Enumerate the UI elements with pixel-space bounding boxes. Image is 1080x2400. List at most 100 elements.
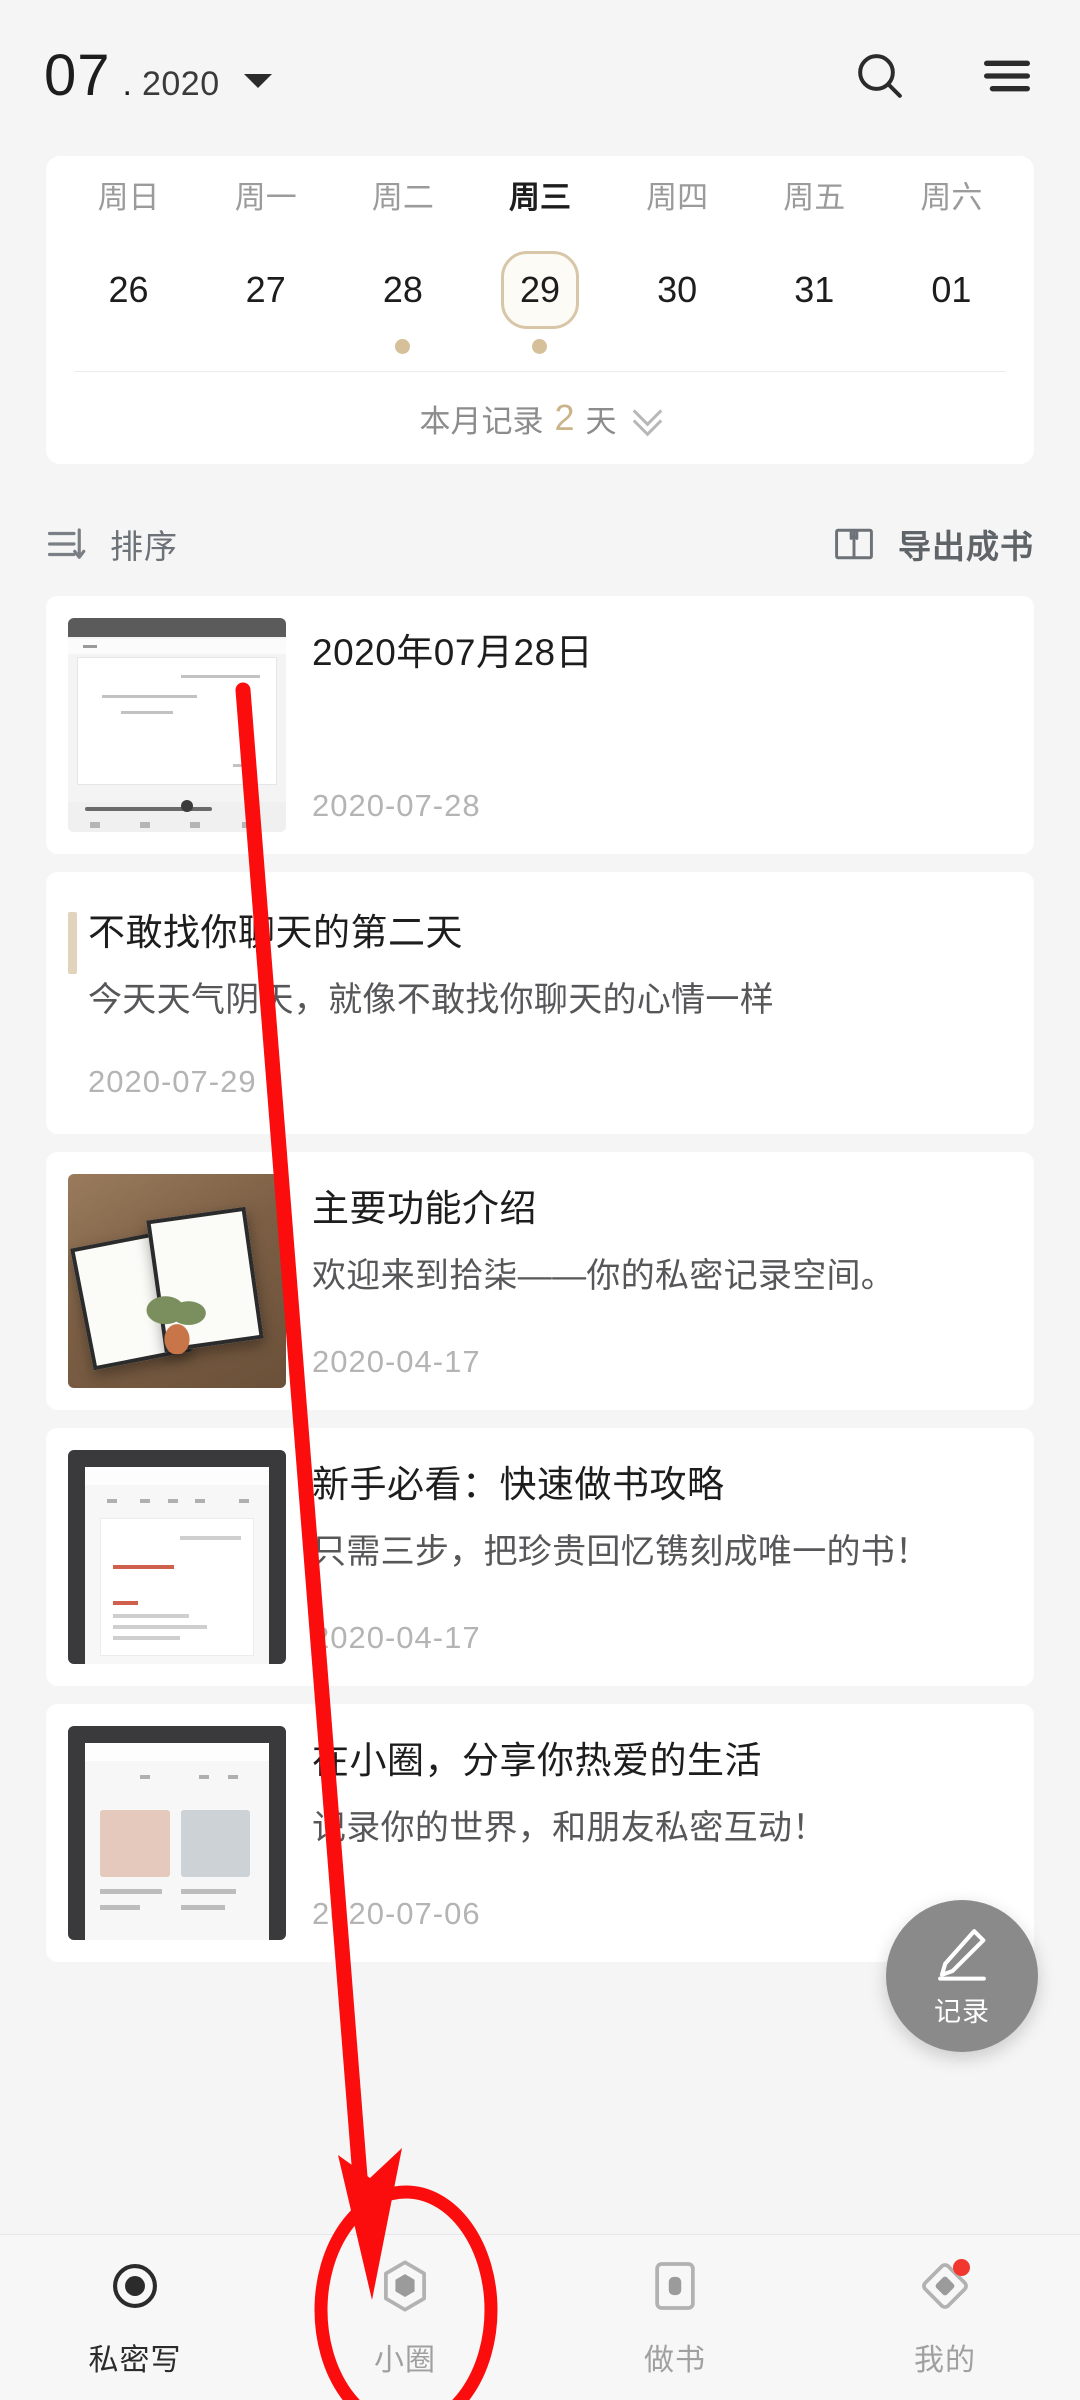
- day-cell[interactable]: 26: [90, 251, 168, 329]
- open-book-icon: [835, 528, 873, 560]
- weekday-label: 周三: [508, 180, 571, 215]
- entry-list: 2020年07月28日 2020-07-28 不敢找你聊天的第二天 今天天气阴天…: [46, 596, 1034, 1962]
- pencil-icon: [938, 1928, 986, 1981]
- calendar-day-column[interactable]: 周五 31: [746, 182, 883, 363]
- day-cell[interactable]: 28: [364, 251, 442, 329]
- export-book-button[interactable]: 导出成书: [832, 520, 1034, 568]
- calendar-week-card: 周日 26 周一 27 周二 28 周三 29 周四 30 周五 31 周六 0…: [46, 156, 1034, 464]
- entry-title: 新手必看：快速做书攻略: [312, 1464, 725, 1505]
- day-cell-selected[interactable]: 29: [500, 251, 579, 329]
- calendar-week-grid: 周日 26 周一 27 周二 28 周三 29 周四 30 周五 31 周六 0…: [46, 182, 1034, 363]
- weekday-label: 周日: [97, 180, 160, 215]
- month-year-selector[interactable]: 07 . 2020: [44, 47, 852, 105]
- menu-button[interactable]: [980, 53, 1034, 99]
- entry-card[interactable]: 在小圈，分享你热爱的生活 记录你的世界，和朋友私密互动！ 2020-07-06: [46, 1704, 1034, 1962]
- entry-text-block: 2020年07月28日 2020-07-28: [286, 596, 1034, 854]
- books-photo-thumb: [68, 1174, 286, 1388]
- year-number: 2020: [141, 65, 220, 103]
- calendar-day-column[interactable]: 周四 30: [609, 182, 746, 363]
- entry-thumbnail: [68, 618, 286, 832]
- sort-button[interactable]: 排序: [46, 520, 178, 568]
- search-button[interactable]: [852, 48, 908, 104]
- has-record-dot: [395, 338, 411, 354]
- entry-subtitle: 记录你的世界，和朋友私密互动！: [312, 1809, 827, 1848]
- entry-date: 2020-07-29: [88, 1064, 257, 1099]
- record-fab-button[interactable]: 记录: [886, 1900, 1038, 2052]
- search-icon: [858, 54, 902, 98]
- weekday-label: 周一: [234, 180, 297, 215]
- nav-tab-small-circle[interactable]: 小圈: [270, 2235, 540, 2400]
- month-summary-expander[interactable]: 本月记录 2 天: [46, 372, 1034, 464]
- day-cell[interactable]: 31: [775, 251, 853, 329]
- calendar-day-column[interactable]: 周一 27: [197, 182, 334, 363]
- nav-tab-make-book[interactable]: 做书: [540, 2235, 810, 2400]
- weekday-label: 周五: [783, 180, 846, 215]
- notification-badge-dot: [953, 2258, 970, 2276]
- bottom-navigation-bar: 私密写 小圈 做书 我的: [0, 2234, 1080, 2400]
- sort-icon: [47, 528, 86, 559]
- top-bar-actions: [852, 48, 1034, 104]
- entry-thumbnail: [68, 1174, 286, 1388]
- diamond-icon: [916, 2257, 974, 2315]
- phone-feed-thumb: [68, 1726, 286, 1940]
- export-book-label: 导出成书: [898, 528, 1034, 565]
- entry-card[interactable]: 2020年07月28日 2020-07-28: [46, 596, 1034, 854]
- book-square-icon: [646, 2257, 704, 2315]
- month-year-separator: .: [122, 65, 132, 103]
- entry-card[interactable]: 新手必看：快速做书攻略 只需三步，把珍贵回忆镌刻成唯一的书！ 2020-04-1…: [46, 1428, 1034, 1686]
- month-summary-count: 2: [554, 397, 575, 438]
- calendar-day-column-selected[interactable]: 周三 29: [471, 182, 608, 363]
- list-toolbar: 排序 导出成书: [46, 506, 1034, 582]
- day-cell[interactable]: 27: [227, 251, 305, 329]
- top-bar: 07 . 2020: [0, 0, 1080, 152]
- nav-tab-label: 私密写: [88, 2343, 182, 2377]
- calendar-day-column[interactable]: 周二 28: [334, 182, 471, 363]
- day-dot-slot: [532, 329, 548, 363]
- day-cell[interactable]: 30: [638, 251, 716, 329]
- weekday-label: 周二: [371, 180, 434, 215]
- entry-title: 主要功能介绍: [312, 1188, 537, 1229]
- entry-subtitle: 今天天气阴天，就像不敢找你聊天的心情一样: [88, 981, 774, 1020]
- entry-title: 2020年07月28日: [312, 632, 594, 673]
- circle-dot-icon: [106, 2257, 164, 2315]
- entry-accent-bar: [68, 912, 77, 974]
- day-cell[interactable]: 01: [912, 251, 990, 329]
- entry-text-block: 不敢找你聊天的第二天 今天天气阴天，就像不敢找你聊天的心情一样 2020-07-…: [46, 872, 1034, 1134]
- entry-thumbnail: [68, 1726, 286, 1940]
- weekday-label: 周四: [646, 180, 709, 215]
- day-number: 29: [519, 269, 560, 310]
- day-number: 28: [382, 269, 423, 310]
- nav-tab-label: 我的: [914, 2343, 976, 2377]
- entry-text-block: 新手必看：快速做书攻略 只需三步，把珍贵回忆镌刻成唯一的书！ 2020-04-1…: [286, 1428, 1034, 1686]
- entry-date: 2020-07-06: [312, 1896, 481, 1931]
- entry-card[interactable]: 不敢找你聊天的第二天 今天天气阴天，就像不敢找你聊天的心情一样 2020-07-…: [46, 872, 1034, 1134]
- nav-tab-private-write[interactable]: 私密写: [0, 2235, 270, 2400]
- has-record-dot: [532, 338, 548, 354]
- entry-title: 不敢找你聊天的第二天: [88, 912, 463, 953]
- entry-card[interactable]: 主要功能介绍 欢迎来到拾柒——你的私密记录空间。 2020-04-17: [46, 1152, 1034, 1410]
- entry-subtitle: 只需三步，把珍贵回忆镌刻成唯一的书！: [312, 1533, 930, 1572]
- day-number: 31: [794, 269, 835, 310]
- entry-date: 2020-07-28: [312, 788, 481, 823]
- calendar-day-column[interactable]: 周日 26: [60, 182, 197, 363]
- day-dot-slot: [395, 329, 411, 363]
- entry-title: 在小圈，分享你热爱的生活: [312, 1740, 762, 1781]
- entry-date: 2020-04-17: [312, 1344, 481, 1379]
- month-number: 07: [44, 43, 111, 108]
- entry-subtitle: 欢迎来到拾柒——你的私密记录空间。: [312, 1257, 896, 1296]
- hexagon-icon: [376, 2257, 434, 2315]
- entry-text-block: 主要功能介绍 欢迎来到拾柒——你的私密记录空间。 2020-04-17: [286, 1152, 1034, 1410]
- entry-thumbnail: [68, 1450, 286, 1664]
- weekday-label: 周六: [920, 180, 983, 215]
- day-number: 01: [931, 269, 972, 310]
- double-chevron-down-icon: [633, 405, 661, 431]
- nav-tab-mine[interactable]: 我的: [810, 2235, 1080, 2400]
- calendar-day-column[interactable]: 周六 01: [883, 182, 1020, 363]
- day-number: 26: [108, 269, 149, 310]
- nav-tab-label: 做书: [644, 2343, 706, 2377]
- entry-date: 2020-04-17: [312, 1620, 481, 1655]
- day-number: 30: [657, 269, 698, 310]
- hamburger-menu-icon: [984, 60, 1030, 92]
- nav-tab-label: 小圈: [374, 2343, 436, 2377]
- caret-down-icon: [243, 74, 272, 88]
